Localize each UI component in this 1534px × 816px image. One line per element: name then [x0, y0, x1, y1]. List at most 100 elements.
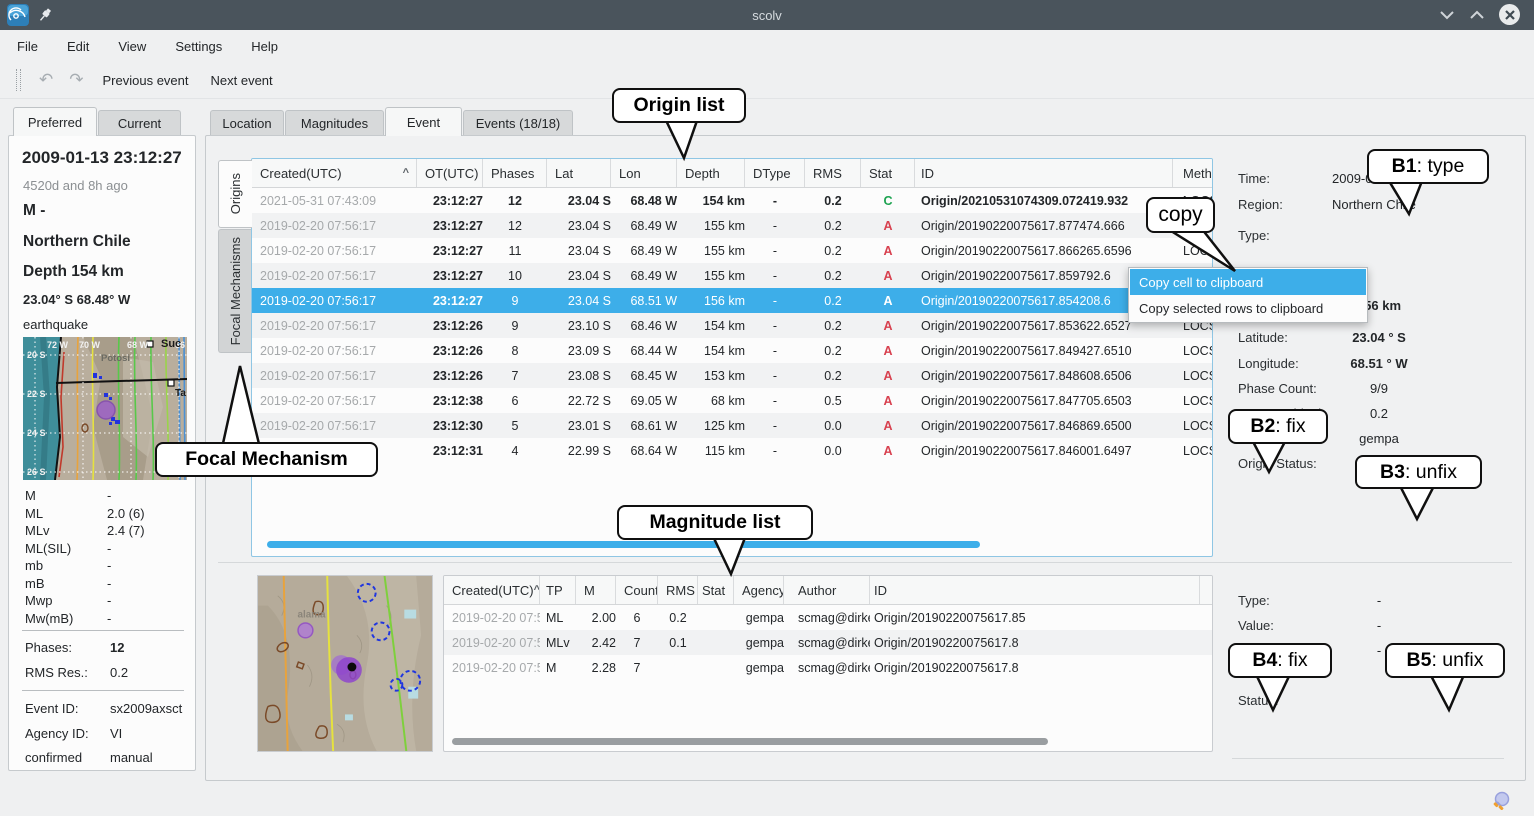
- cell[interactable]: 8: [483, 344, 547, 358]
- cell[interactable]: 115 km: [677, 444, 745, 458]
- cell[interactable]: ML: [25, 506, 107, 521]
- cell[interactable]: C: [861, 194, 915, 208]
- origin-row[interactable]: 2021-05-31 07:43:0923:12:271223.04 S68.4…: [252, 188, 1212, 213]
- cell[interactable]: 0.1: [658, 636, 698, 650]
- forward-arrow-icon[interactable]: ↷: [61, 70, 91, 90]
- magnitude-summary-row[interactable]: ML(SIL)-: [25, 540, 185, 558]
- cell[interactable]: 68.49 W: [611, 269, 677, 283]
- cell[interactable]: Origin/20190220075617.8: [870, 661, 1200, 675]
- cell[interactable]: 69.05 W: [611, 394, 677, 408]
- cell[interactable]: 23:12:38: [417, 394, 483, 408]
- cell[interactable]: 22.99 S: [547, 444, 611, 458]
- cell[interactable]: 2019-02-20 07:56:17: [252, 219, 417, 233]
- cell[interactable]: 2019-02-20 07:56:17: [252, 394, 417, 408]
- cell[interactable]: 68.49 W: [611, 244, 677, 258]
- cell[interactable]: 2019-02-20 07:56:17: [252, 419, 417, 433]
- menu-settings[interactable]: Settings: [163, 35, 234, 58]
- column-header[interactable]: Created(UTC)^: [252, 159, 417, 187]
- cell[interactable]: 68.49 W: [611, 219, 677, 233]
- cell[interactable]: A: [861, 369, 915, 383]
- magnitude-map[interactable]: alama: [257, 575, 433, 752]
- cell[interactable]: A: [861, 419, 915, 433]
- column-header[interactable]: Created(UTC)^: [444, 576, 540, 604]
- cell[interactable]: 0.2: [805, 219, 861, 233]
- cell[interactable]: 156 km: [677, 294, 745, 308]
- cell[interactable]: 154 km: [677, 319, 745, 333]
- column-header[interactable]: ID: [870, 576, 1200, 604]
- cell[interactable]: 23.09 S: [547, 344, 611, 358]
- cell[interactable]: 2.00: [576, 611, 616, 625]
- cell[interactable]: 2019-02-20 07:56:17: [252, 319, 417, 333]
- cell[interactable]: A: [861, 219, 915, 233]
- column-header[interactable]: TP: [540, 576, 576, 604]
- cell[interactable]: 2019-02-20 07:56:37: [444, 611, 540, 625]
- cell[interactable]: 2.0 (6): [107, 506, 145, 521]
- cell[interactable]: 68.48 W: [611, 194, 677, 208]
- cell[interactable]: -: [107, 611, 111, 626]
- cell[interactable]: LOCSAT: [1173, 344, 1213, 358]
- cell[interactable]: 2.28: [576, 661, 616, 675]
- cell[interactable]: 2.42: [576, 636, 616, 650]
- cell[interactable]: 68.51 W: [611, 294, 677, 308]
- cell[interactable]: -: [745, 419, 805, 433]
- magnitude-row[interactable]: 2019-02-20 07:56:37M2.287gempascmag@dirk…: [444, 655, 1212, 680]
- cell[interactable]: 23:12:26: [417, 369, 483, 383]
- cell[interactable]: LOCSAT: [1173, 369, 1213, 383]
- cell[interactable]: LOCSAT: [1173, 419, 1213, 433]
- column-header[interactable]: RMS: [658, 576, 698, 604]
- cell[interactable]: 23.04 S: [547, 294, 611, 308]
- tab-location[interactable]: Location: [210, 110, 284, 136]
- cell[interactable]: 154 km: [677, 194, 745, 208]
- cell[interactable]: Mwp: [25, 593, 107, 608]
- cell[interactable]: 12: [483, 219, 547, 233]
- magnitude-summary-row[interactable]: mB-: [25, 575, 185, 593]
- menu-help[interactable]: Help: [239, 35, 290, 58]
- column-header[interactable]: Depth: [677, 159, 745, 187]
- origin-row[interactable]: 2019-02-20 07:56:1723:12:31422.99 S68.64…: [252, 438, 1212, 463]
- cell[interactable]: 23.04 S: [547, 219, 611, 233]
- magnitude-summary-row[interactable]: mb-: [25, 557, 185, 575]
- cell[interactable]: 23.04 S: [547, 269, 611, 283]
- cell[interactable]: Mw(mB): [25, 611, 107, 626]
- cell[interactable]: -: [107, 541, 111, 556]
- cell[interactable]: LOCSAT: [1173, 394, 1213, 408]
- tab-current[interactable]: Current: [98, 110, 181, 136]
- cell[interactable]: Origin/20190220075617.849427.6510: [915, 344, 1173, 358]
- cell[interactable]: 23:12:27: [417, 294, 483, 308]
- cell[interactable]: 23:12:26: [417, 319, 483, 333]
- cell[interactable]: 22.72 S: [547, 394, 611, 408]
- cell[interactable]: 0.2: [805, 344, 861, 358]
- cell[interactable]: A: [861, 294, 915, 308]
- close-icon[interactable]: [1499, 4, 1520, 25]
- cell[interactable]: 68.64 W: [611, 444, 677, 458]
- cell[interactable]: A: [861, 269, 915, 283]
- cell[interactable]: Origin/20190220075617.8: [870, 636, 1200, 650]
- cell[interactable]: 2019-02-20 07:56:17: [252, 244, 417, 258]
- magnitude-row[interactable]: 2019-02-20 07:56:37ML2.0060.2gempascmag@…: [444, 605, 1212, 630]
- cell[interactable]: 0.2: [805, 269, 861, 283]
- cell[interactable]: -: [745, 219, 805, 233]
- tab-events[interactable]: Events (18/18): [463, 110, 573, 136]
- origin-row[interactable]: 2019-02-20 07:56:1723:12:27923.04 S68.51…: [252, 288, 1212, 313]
- magnitude-summary-row[interactable]: Mw(mB)-: [25, 610, 185, 628]
- magnitude-summary-row[interactable]: MLv2.4 (7): [25, 522, 185, 540]
- cell[interactable]: 7: [616, 636, 658, 650]
- cell[interactable]: 6: [483, 394, 547, 408]
- cell[interactable]: ML: [540, 611, 576, 625]
- cell[interactable]: Origin/20210531074309.072419.932: [915, 194, 1173, 208]
- cell[interactable]: 2019-02-20 07:56:17: [252, 294, 417, 308]
- cell[interactable]: 0.2: [805, 244, 861, 258]
- cell[interactable]: 155 km: [677, 269, 745, 283]
- side-tab-origins[interactable]: Origins: [218, 160, 252, 228]
- cell[interactable]: -: [745, 394, 805, 408]
- cell[interactable]: Origin/20190220075617.846869.6500: [915, 419, 1173, 433]
- horizontal-scrollbar[interactable]: [452, 738, 1048, 745]
- cell[interactable]: 23.01 S: [547, 419, 611, 433]
- cell[interactable]: A: [861, 344, 915, 358]
- cell[interactable]: -: [745, 294, 805, 308]
- cell[interactable]: 154 km: [677, 344, 745, 358]
- cell[interactable]: 2019-02-20 07:56:17: [252, 269, 417, 283]
- cell[interactable]: 23:12:27: [417, 269, 483, 283]
- cell[interactable]: scmag@dirker: [784, 636, 870, 650]
- column-header[interactable]: Agency: [734, 576, 784, 604]
